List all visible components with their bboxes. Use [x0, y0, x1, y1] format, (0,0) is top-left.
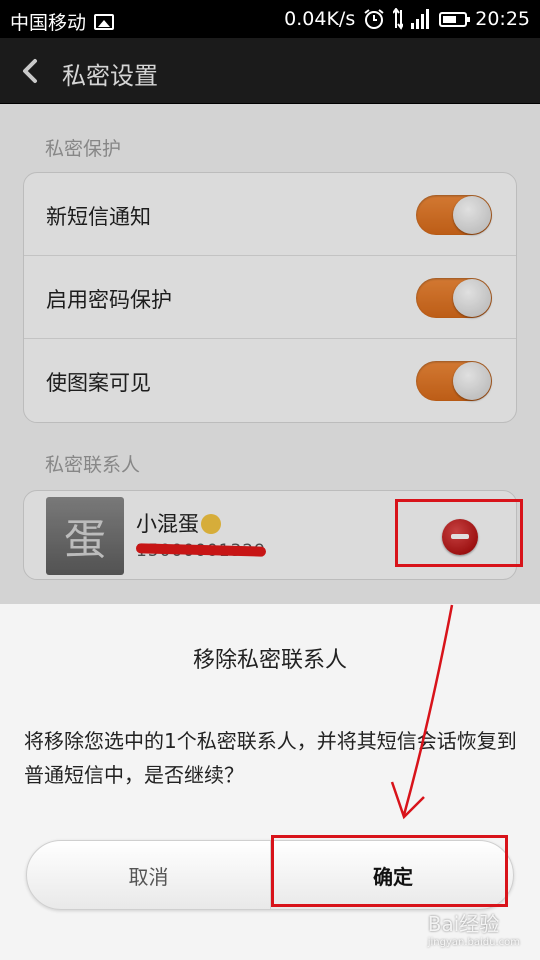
battery-icon	[439, 11, 471, 27]
annotation-box-remove	[395, 499, 523, 567]
carrier-name: 中国移动	[10, 12, 87, 34]
clock: 20:25	[475, 8, 530, 30]
status-bar: 中国移动 0.04K/s 20:25	[0, 0, 540, 38]
status-left: 中国移动	[10, 8, 115, 35]
annotation-box-confirm	[271, 835, 508, 907]
alarm-icon	[364, 9, 384, 29]
watermark-logo: Bai经验 jingyan.baidu.com	[427, 912, 520, 948]
cancel-button[interactable]: 取消	[27, 841, 271, 909]
dialog-message: 将移除您选中的1个私密联系人，并将其短信会话恢复到普通短信中，是否继续？	[24, 729, 517, 787]
image-icon	[94, 13, 115, 30]
status-right: 0.04K/s 20:25	[284, 8, 530, 30]
dialog-title: 移除私密联系人	[192, 648, 347, 673]
net-speed: 0.04K/s	[284, 8, 356, 30]
data-arrows-icon	[393, 8, 404, 30]
signal-icon	[411, 9, 430, 29]
